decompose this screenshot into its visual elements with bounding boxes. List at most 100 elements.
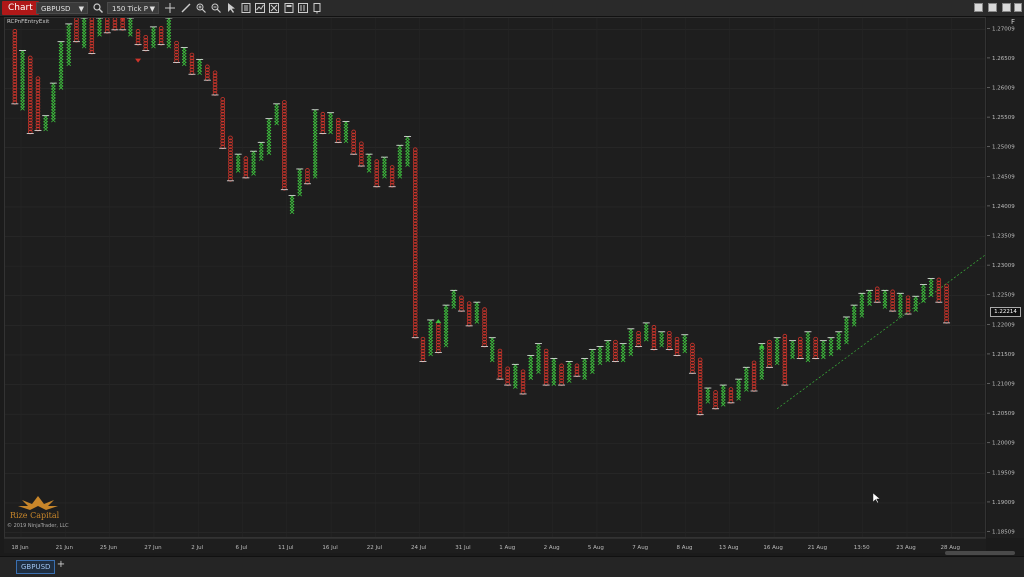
price-axis[interactable]: 1.27009 1.26509 1.26009 1.25509 1.25009 1.245… <box>987 17 1024 538</box>
x-tick-label: 2 Jul <box>191 545 203 551</box>
zoom-out-icon[interactable] <box>210 2 222 14</box>
o-column <box>496 348 504 380</box>
o-column <box>419 336 427 363</box>
x-box <box>451 304 457 309</box>
o-column <box>34 76 42 132</box>
o-column <box>242 156 250 179</box>
x-box <box>605 357 611 363</box>
indicators-icon[interactable] <box>254 2 266 14</box>
x-box <box>898 313 903 318</box>
y-tick-label: 1.25009 <box>992 145 1015 151</box>
x-box <box>620 357 626 363</box>
x-column <box>896 292 904 318</box>
y-tick-label: 1.21509 <box>992 352 1015 358</box>
x-box <box>312 174 318 179</box>
x-box <box>828 351 834 357</box>
chart-panel[interactable] <box>4 17 986 538</box>
maximize-button[interactable] <box>988 3 997 12</box>
o-column <box>188 52 196 76</box>
add-tab-button[interactable]: + <box>56 559 66 571</box>
o-column <box>611 339 619 363</box>
y-tick-label: 1.20509 <box>992 411 1015 417</box>
x-column <box>404 135 412 167</box>
o-column <box>750 360 758 392</box>
x-box <box>266 150 272 155</box>
logo-text: Rize Capital <box>10 511 60 520</box>
x-column <box>427 319 435 357</box>
x-column <box>596 345 604 366</box>
x-tick-label: 2 Aug <box>544 545 560 551</box>
x-box <box>736 396 741 401</box>
trendline <box>776 254 985 409</box>
x-column <box>919 283 927 303</box>
x-column <box>858 292 866 318</box>
x-column <box>488 336 496 363</box>
instrument-selector[interactable]: GBPUSD ▼ <box>36 2 88 14</box>
period-selector[interactable]: 150 Tick P ▼ <box>107 2 159 14</box>
x-box <box>382 174 387 179</box>
draw-tool-icon[interactable] <box>180 2 192 14</box>
x-box <box>744 387 749 392</box>
x-column <box>450 289 458 309</box>
x-box <box>181 61 187 67</box>
o-column <box>573 363 581 378</box>
data-box-icon[interactable] <box>283 2 295 14</box>
x-column <box>365 153 373 173</box>
o-column <box>781 333 789 386</box>
pointer-icon[interactable] <box>225 2 237 14</box>
x-column <box>311 108 319 179</box>
o-column <box>650 325 658 351</box>
search-icon[interactable] <box>92 2 104 14</box>
chart-tab[interactable]: Chart <box>2 1 39 15</box>
o-column <box>796 336 804 360</box>
x-box <box>566 378 572 383</box>
buy-signal-marker <box>435 319 442 324</box>
x-box <box>597 360 603 366</box>
properties-icon[interactable] <box>240 2 252 14</box>
horizontal-scrollbar[interactable] <box>945 551 1015 555</box>
instrument-tab[interactable]: GBPUSD <box>16 560 56 574</box>
close-button[interactable] <box>1014 3 1022 12</box>
x-box <box>844 339 849 345</box>
x-box <box>297 191 303 197</box>
x-column <box>719 384 727 407</box>
x-tick-label: 24 Jul <box>411 545 427 551</box>
x-tick-label: 18 Jun <box>11 545 29 551</box>
gridlines <box>5 18 985 537</box>
mouse-cursor-icon <box>873 493 881 503</box>
chart-trader-icon[interactable] <box>297 2 309 14</box>
strategies-icon[interactable] <box>268 2 280 14</box>
x-box <box>289 209 295 215</box>
o-column <box>873 286 881 304</box>
crosshair-icon[interactable] <box>164 2 176 14</box>
pin-icon[interactable] <box>311 2 323 14</box>
x-column <box>735 378 743 401</box>
x-tick-label: 16 Jul <box>322 545 338 551</box>
x-box <box>682 348 688 354</box>
y-tick-label: 1.22009 <box>992 322 1015 328</box>
o-column <box>904 295 912 315</box>
x-column <box>342 120 350 144</box>
y-tick-label: 1.27009 <box>992 26 1015 32</box>
chevron-down-icon: ▼ <box>149 5 155 13</box>
period-value: 150 Tick P <box>112 5 148 13</box>
x-box <box>443 342 449 348</box>
x-box <box>759 375 765 380</box>
zoom-in-icon[interactable] <box>195 2 207 14</box>
x-box <box>251 171 256 176</box>
x-column <box>604 339 612 363</box>
x-column <box>866 289 874 306</box>
x-column <box>842 316 850 345</box>
x-column <box>789 339 797 360</box>
x-box <box>58 85 64 90</box>
o-column <box>688 342 696 375</box>
y-tick-label: 1.25509 <box>992 115 1015 121</box>
x-column <box>819 339 827 360</box>
restore-button[interactable] <box>1002 3 1011 12</box>
o-column <box>111 18 119 31</box>
minimize-button[interactable] <box>974 3 983 12</box>
x-column <box>581 357 589 380</box>
time-axis[interactable]: 18 Jun 21 Jun 25 Jun 27 Jun 2 Jul 6 Jul 11 Jul… <box>4 538 986 553</box>
x-column <box>42 114 50 132</box>
y-tick-label: 1.18509 <box>992 530 1015 536</box>
